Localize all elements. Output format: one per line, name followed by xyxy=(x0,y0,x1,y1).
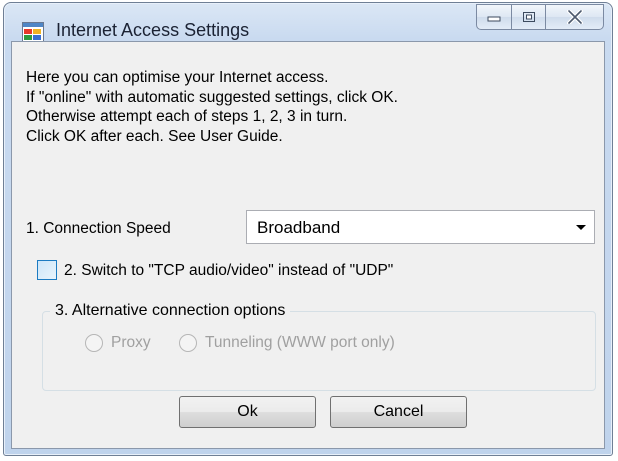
intro-line: Click OK after each. See User Guide. xyxy=(26,127,283,145)
minimize-button[interactable] xyxy=(476,4,512,30)
tcp-switch-checkbox[interactable] xyxy=(37,260,57,280)
intro-line: Here you can optimise your Internet acce… xyxy=(26,69,329,86)
intro-line: Otherwise attempt each of steps 1, 2, 3 … xyxy=(26,108,348,125)
dialog-body: Here you can optimise your Internet acce… xyxy=(11,41,605,449)
intro-text: Here you can optimise your Internet acce… xyxy=(26,68,398,146)
caption-buttons xyxy=(476,4,604,34)
maximize-button[interactable] xyxy=(512,4,546,30)
dialog-window: Internet Access Settings Here you can op… xyxy=(3,2,613,456)
app-window-icon xyxy=(22,22,44,42)
maximize-icon xyxy=(522,12,535,22)
intro-line: If "online" with automatic suggested set… xyxy=(26,88,398,106)
close-button[interactable] xyxy=(546,4,604,30)
title-bar[interactable]: Internet Access Settings xyxy=(4,3,612,42)
connection-speed-value: Broadband xyxy=(257,218,341,237)
ok-button[interactable]: Ok xyxy=(179,396,316,428)
tunneling-radio-label: Tunneling (WWW port only) xyxy=(205,334,395,351)
connection-speed-label: 1. Connection Speed xyxy=(26,220,171,237)
window-title: Internet Access Settings xyxy=(56,20,250,40)
tunneling-radio[interactable] xyxy=(179,334,197,352)
connection-speed-dropdown[interactable]: Broadband xyxy=(246,210,595,244)
proxy-radio-label: Proxy xyxy=(111,334,151,351)
alternative-options-title: 3. Alternative connection options xyxy=(50,302,291,320)
proxy-radio[interactable] xyxy=(85,334,103,352)
chevron-down-icon xyxy=(576,225,586,230)
minimize-icon xyxy=(487,16,501,22)
close-icon xyxy=(566,10,583,24)
cancel-button[interactable]: Cancel xyxy=(330,396,467,428)
tcp-switch-label[interactable]: 2. Switch to "TCP audio/video" instead o… xyxy=(64,262,393,280)
